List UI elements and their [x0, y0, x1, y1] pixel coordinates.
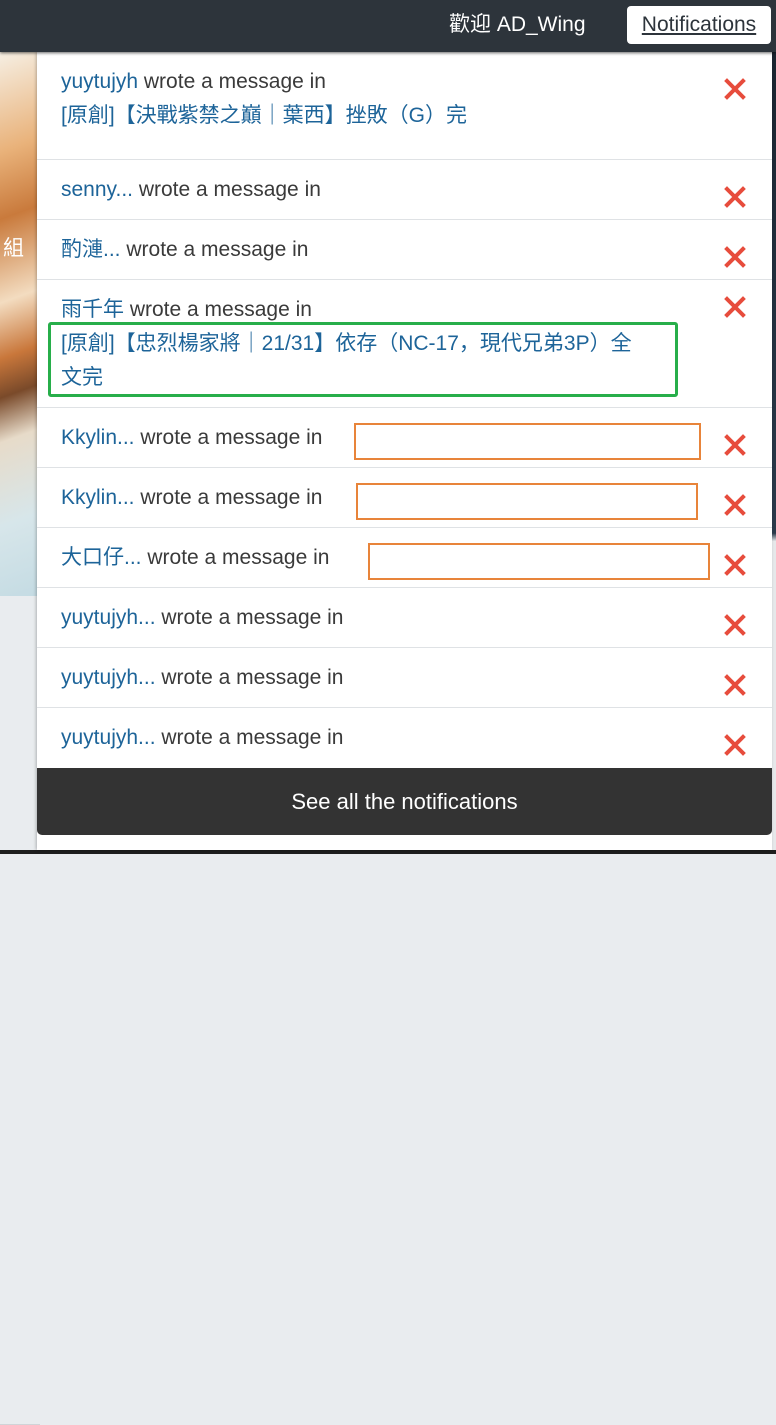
- notifications-dropdown: yuytujyh wrote a message in [原創]【決戰紫禁之巔｜…: [37, 52, 772, 850]
- notification-verb: wrote a message in: [140, 426, 323, 449]
- close-icon[interactable]: [724, 78, 746, 100]
- close-icon[interactable]: [724, 246, 746, 268]
- highlight-box-orange: [368, 543, 710, 580]
- notification-verb: wrote a message in: [129, 298, 312, 321]
- notification-item[interactable]: yuytujyh wrote a message in [原創]【決戰紫禁之巔｜…: [37, 52, 772, 160]
- close-icon[interactable]: [724, 614, 746, 636]
- notification-item[interactable]: 酌漣... wrote a message in: [37, 220, 772, 280]
- notification-user-link[interactable]: senny...: [61, 178, 133, 201]
- notification-verb: wrote a message in: [161, 726, 344, 749]
- background-right-edge: [772, 52, 776, 854]
- notification-thread-link[interactable]: [原創]【決戰紫禁之巔｜葉西】挫敗（G）完: [61, 99, 712, 133]
- notification-verb: wrote a message in: [143, 70, 326, 93]
- highlight-box-orange: [356, 483, 698, 520]
- top-navbar: 歡迎 AD_Wing Notifications: [0, 0, 776, 52]
- notification-item[interactable]: yuytujyh... wrote a message in: [37, 588, 772, 648]
- notification-verb: wrote a message in: [161, 666, 344, 689]
- notification-user-link[interactable]: 大口仔...: [61, 546, 142, 569]
- notification-verb: wrote a message in: [126, 238, 309, 261]
- notification-verb: wrote a message in: [140, 486, 323, 509]
- bottom-edge: [0, 850, 776, 854]
- close-icon[interactable]: [724, 674, 746, 696]
- notification-user-link[interactable]: Kkylin...: [61, 426, 135, 449]
- background-hero-image: 組: [0, 52, 40, 596]
- close-icon[interactable]: [724, 296, 746, 318]
- notification-user-link[interactable]: 雨千年: [61, 298, 124, 321]
- notification-user-link[interactable]: yuytujyh...: [61, 666, 156, 689]
- notification-user-link[interactable]: Kkylin...: [61, 486, 135, 509]
- welcome-user-text[interactable]: 歡迎 AD_Wing: [449, 12, 586, 38]
- close-icon[interactable]: [724, 434, 746, 456]
- notification-verb: wrote a message in: [138, 178, 321, 201]
- notification-user-link[interactable]: yuytujyh...: [61, 726, 156, 749]
- close-icon[interactable]: [724, 734, 746, 756]
- background-content: [0, 596, 40, 1425]
- close-icon[interactable]: [724, 186, 746, 208]
- notification-user-link[interactable]: 酌漣...: [61, 238, 121, 261]
- notification-item[interactable]: yuytujyh... wrote a message in: [37, 708, 772, 768]
- background-hero-text: 組: [3, 237, 24, 260]
- close-icon[interactable]: [724, 494, 746, 516]
- highlight-box-orange: [354, 423, 701, 460]
- close-icon[interactable]: [724, 554, 746, 576]
- notifications-button[interactable]: Notifications: [627, 6, 771, 44]
- notification-user-link[interactable]: yuytujyh: [61, 70, 138, 93]
- highlight-box-green: [48, 322, 678, 397]
- see-all-notifications-button[interactable]: See all the notifications: [37, 768, 772, 835]
- notification-user-link[interactable]: yuytujyh...: [61, 606, 156, 629]
- notification-verb: wrote a message in: [161, 606, 344, 629]
- notification-item[interactable]: senny... wrote a message in: [37, 160, 772, 220]
- notification-item[interactable]: yuytujyh... wrote a message in: [37, 648, 772, 708]
- notification-verb: wrote a message in: [147, 546, 330, 569]
